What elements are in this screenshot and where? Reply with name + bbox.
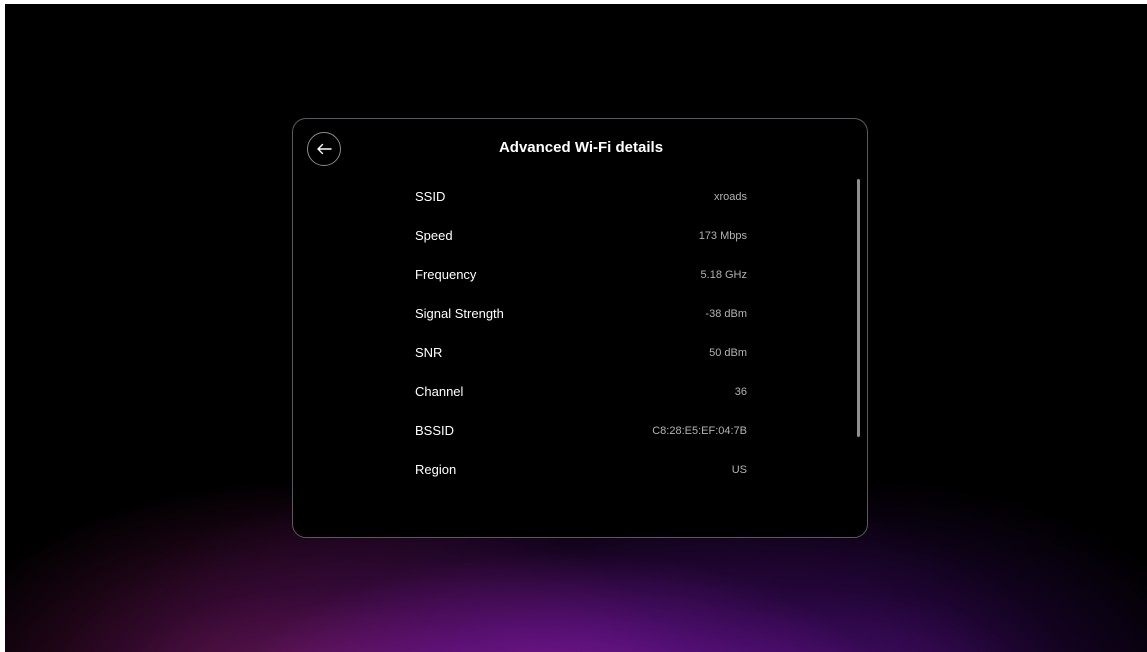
detail-value: 5.18 GHz	[700, 268, 747, 281]
detail-value: xroads	[713, 190, 747, 203]
detail-row-snr: SNR 50 dBm	[415, 333, 747, 372]
detail-label: Channel	[415, 384, 464, 399]
detail-row-region: Region US	[415, 450, 747, 489]
page-title: Advanced Wi-Fi details	[498, 139, 664, 156]
detail-label: Signal Strength	[415, 306, 504, 321]
frame-edge-left	[0, 0, 5, 652]
detail-row-bssid: BSSID C8:28:E5:EF:04:7B	[415, 411, 747, 450]
detail-label: SNR	[415, 345, 443, 360]
detail-value: 173 Mbps	[698, 229, 747, 242]
frame-edge-top	[0, 0, 1147, 4]
detail-value: C8:28:E5:EF:04:7B	[652, 424, 747, 437]
detail-label: SSID	[415, 189, 446, 204]
detail-label: Speed	[415, 228, 453, 243]
scrollbar[interactable]	[857, 179, 860, 437]
detail-value: -38 dBm	[705, 307, 747, 320]
detail-label: Region	[415, 462, 457, 477]
screen-background: Advanced Wi-Fi details SSID xroads Speed…	[0, 0, 1147, 652]
detail-row-signal-strength: Signal Strength -38 dBm	[415, 294, 747, 333]
detail-value: 50 dBm	[709, 346, 747, 359]
details-list: SSID xroads Speed 173 Mbps Frequency 5.1…	[415, 177, 747, 489]
detail-row-channel: Channel 36	[415, 372, 747, 411]
detail-value: US	[731, 463, 747, 476]
detail-label: Frequency	[415, 267, 477, 282]
wifi-details-dialog: Advanced Wi-Fi details SSID xroads Speed…	[292, 118, 868, 538]
detail-value: 36	[734, 385, 747, 398]
detail-row-frequency: Frequency 5.18 GHz	[415, 255, 747, 294]
detail-label: BSSID	[415, 423, 455, 438]
detail-row-ssid: SSID xroads	[415, 177, 747, 216]
detail-row-speed: Speed 173 Mbps	[415, 216, 747, 255]
